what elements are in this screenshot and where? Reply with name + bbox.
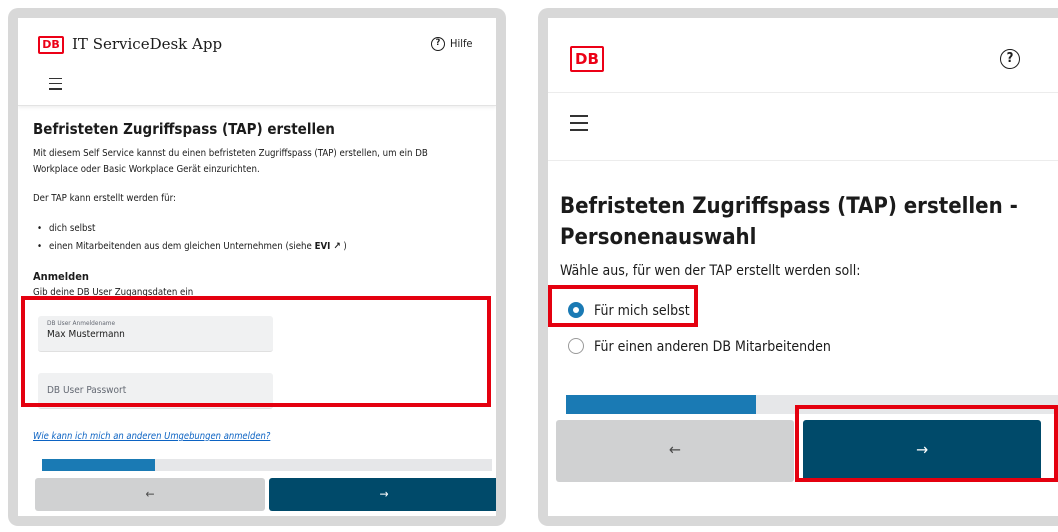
left-screen: DB IT ServiceDesk App ? Hilfe Befristeten…	[18, 18, 496, 516]
arrow-left-icon: ←	[145, 487, 155, 501]
intro-text-line-2: Workplace oder Basic Workplace Gerät ein…	[33, 164, 260, 175]
db-logo: DB	[570, 46, 604, 72]
login-heading: Anmelden	[33, 270, 89, 283]
page-title: Befristeten Zugriffspass (TAP) erstellen…	[560, 194, 1018, 250]
hamburger-menu-icon[interactable]	[49, 78, 62, 94]
help-icon: ?	[431, 37, 445, 51]
bullet-text: einen Mitarbeitenden aus dem gleichen Un…	[49, 241, 315, 252]
help-icon: ?	[1000, 48, 1020, 69]
back-button[interactable]: ←	[35, 478, 265, 511]
app-header: DB IT ServiceDesk App ? Hilfe	[18, 18, 496, 106]
bullet-item-self: dich selbst	[37, 223, 96, 234]
intro-text-line-1: Mit diesem Self Service kannst du einen …	[33, 148, 428, 159]
help-label: Hilfe	[450, 37, 473, 50]
help-button[interactable]: ?	[1000, 48, 1020, 69]
back-button[interactable]: ←	[556, 420, 794, 482]
app-title: IT ServiceDesk App	[72, 35, 223, 53]
bullet-item-colleague: einen Mitarbeitenden aus dem gleichen Un…	[37, 241, 347, 252]
progress-bar	[42, 459, 492, 471]
help-button[interactable]: ? Hilfe	[431, 37, 473, 51]
for-whom-text: Der TAP kann erstellt werden für:	[33, 193, 176, 204]
menu-divider	[548, 160, 1058, 161]
db-logo: DB	[38, 36, 64, 54]
evi-link[interactable]: EVI ↗	[315, 241, 341, 252]
progress-bar-fill	[42, 459, 155, 471]
selection-question: Wähle aus, für wen der TAP erstellt werd…	[560, 263, 861, 279]
radio-option-colleague[interactable]: Für einen anderen DB Mitarbeitenden	[568, 338, 831, 356]
page-title: Befristeten Zugriffspass (TAP) erstellen	[33, 120, 335, 138]
progress-bar-fill	[566, 395, 756, 414]
radio-label: Für einen anderen DB Mitarbeitenden	[594, 339, 831, 355]
header-divider	[548, 92, 1058, 93]
arrow-right-icon: →	[379, 487, 389, 501]
radio-unselected-icon	[568, 338, 584, 354]
left-phone-frame: DB IT ServiceDesk App ? Hilfe Befristeten…	[8, 8, 506, 526]
other-environments-link[interactable]: Wie kann ich mich an anderen Umgebungen …	[33, 431, 270, 442]
arrow-left-icon: ←	[668, 440, 682, 459]
highlight-self-option	[548, 285, 698, 327]
hamburger-menu-icon[interactable]	[570, 115, 588, 136]
highlight-login-fields	[21, 296, 491, 407]
bullet-suffix: )	[340, 241, 347, 252]
highlight-next-button	[795, 405, 1058, 482]
next-button[interactable]: →	[269, 478, 496, 511]
